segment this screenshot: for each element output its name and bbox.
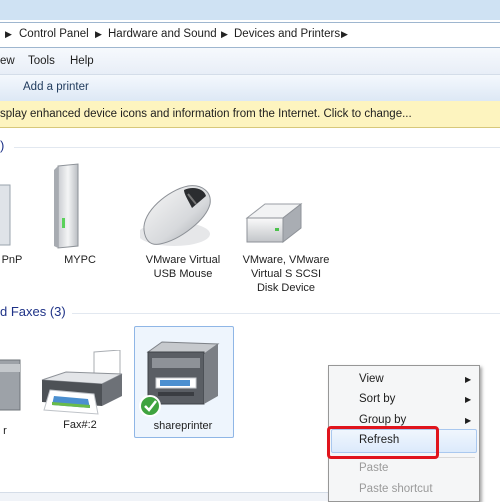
device-label: VMware, VMware Virtual S SCSI Disk Devic… <box>236 253 336 295</box>
computer-tower-icon <box>54 163 79 249</box>
breadcrumb-arrow-icon[interactable]: ▶ <box>221 29 228 40</box>
device-label: shareprinter <box>136 419 230 433</box>
group-divider <box>72 313 500 314</box>
device-label: VMware Virtual USB Mouse <box>135 253 231 281</box>
address-bar[interactable]: ▶ Control Panel ▶ Hardware and Sound ▶ D… <box>0 22 500 48</box>
device-label-line: r <box>3 425 7 437</box>
device-shareprinter[interactable] <box>138 338 226 418</box>
submenu-arrow-icon: ▶ <box>465 375 472 384</box>
printer-icon <box>0 359 21 411</box>
device-label-line: Virtual S SCSI <box>250 268 322 280</box>
device-label: PnP <box>0 253 24 267</box>
breadcrumb-arrow-icon[interactable]: ▶ <box>5 29 12 40</box>
breadcrumb-control-panel[interactable]: Control Panel <box>19 28 89 40</box>
menu-tools[interactable]: Tools <box>28 55 55 67</box>
device-label-line: Fax#:2 <box>63 419 97 431</box>
context-menu-paste[interactable]: Paste <box>359 462 388 474</box>
annotation-highlight-box <box>327 426 439 459</box>
device-label-line: PnP <box>1 254 23 266</box>
device-scsi-disk[interactable] <box>243 200 303 248</box>
hard-disk-icon <box>245 202 303 244</box>
device-label-line: VMware Virtual <box>145 254 221 266</box>
device-label: r <box>0 424 10 438</box>
breadcrumb-devices-and-printers[interactable]: Devices and Printers <box>234 28 340 40</box>
default-printer-check-icon <box>139 395 161 417</box>
device-mypc[interactable] <box>50 162 82 250</box>
fax-printer-icon <box>41 349 123 415</box>
menu-help[interactable]: Help <box>70 55 94 67</box>
device-label-line: USB Mouse <box>153 268 213 280</box>
generic-device-icon <box>0 184 11 246</box>
command-bar: Add a printer <box>0 75 500 102</box>
menu-view[interactable]: ew <box>0 55 15 67</box>
context-menu-view[interactable]: View <box>359 373 384 385</box>
device-label: MYPC <box>40 253 120 267</box>
context-menu-paste-shortcut[interactable]: Paste shortcut <box>359 483 433 495</box>
device-label: Fax#:2 <box>44 418 116 432</box>
context-menu-sort-by[interactable]: Sort by <box>359 393 395 405</box>
info-bar-text[interactable]: splay enhanced device icons and informat… <box>0 108 412 120</box>
breadcrumb-arrow-icon[interactable]: ▶ <box>95 29 102 40</box>
breadcrumb-arrow-icon[interactable]: ▶ <box>341 29 348 40</box>
group-header-devices[interactable]: ) <box>0 138 4 153</box>
add-printer-button[interactable]: Add a printer <box>23 81 89 93</box>
submenu-arrow-icon: ▶ <box>465 416 472 425</box>
breadcrumb-hardware-and-sound[interactable]: Hardware and Sound <box>108 28 217 40</box>
group-header-printers-and-faxes[interactable]: d Faxes (3) <box>0 304 66 319</box>
info-bar[interactable]: splay enhanced device icons and informat… <box>0 101 500 128</box>
device-label-line: Disk Device <box>256 282 316 294</box>
device-fax[interactable] <box>36 349 126 418</box>
window-title-area <box>0 0 500 20</box>
device-printer-partial[interactable] <box>0 350 22 420</box>
device-generic[interactable] <box>0 180 14 250</box>
device-label-line: VMware, VMware <box>242 254 330 266</box>
mouse-icon <box>138 185 211 246</box>
device-usb-mouse[interactable] <box>138 182 220 252</box>
device-label-line: shareprinter <box>153 420 213 432</box>
multifunction-printer-icon <box>139 341 220 417</box>
group-divider <box>14 147 500 148</box>
device-label-line: MYPC <box>64 254 96 266</box>
submenu-arrow-icon: ▶ <box>465 395 472 404</box>
menu-bar: ew Tools Help <box>0 48 500 75</box>
context-menu-group-by[interactable]: Group by <box>359 414 406 426</box>
